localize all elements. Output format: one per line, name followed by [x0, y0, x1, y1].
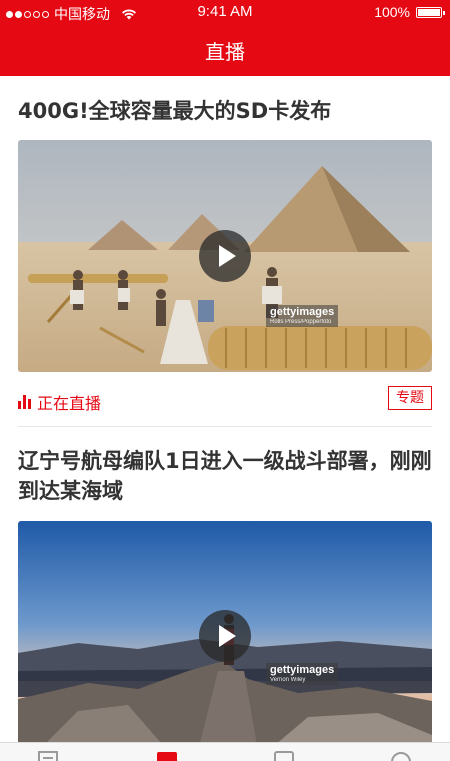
card-divider [18, 426, 432, 427]
video-thumbnail-1[interactable]: gettyimages Rolls Press/Popperfoto [18, 140, 432, 372]
battery-percent: 100% [374, 4, 410, 20]
card-title[interactable]: 辽宁号航母编队1日进入一级战斗部署，刚刚到达某海域 [18, 446, 432, 506]
card-title[interactable]: 400G!全球容量最大的SD卡发布 [18, 96, 432, 126]
card-meta-1: 正在直播 专题 [18, 386, 432, 414]
play-icon[interactable] [199, 230, 251, 282]
page-title: 直播 [205, 40, 245, 64]
status-bar: 中国移动 9:41 AM 100% [0, 0, 450, 24]
live-card-2[interactable]: 辽宁号航母编队1日进入一级战斗部署，刚刚到达某海域 [18, 446, 432, 506]
live-indicator: 正在直播 [18, 390, 101, 414]
watermark-credit: Rolls Press/Popperfoto [270, 319, 332, 325]
getty-watermark: gettyimages Rolls Press/Popperfoto [266, 305, 339, 327]
play-icon[interactable] [199, 610, 251, 662]
watermark-brand: gettyimages [270, 306, 335, 318]
live-feed[interactable]: 400G!全球容量最大的SD卡发布 gettyimages Rolls Pres… [0, 76, 450, 742]
battery-icon [416, 6, 445, 18]
watermark-credit: Vernon Wiley [270, 677, 306, 683]
live-card-1[interactable]: 400G!全球容量最大的SD卡发布 [18, 96, 432, 126]
watermark-brand: gettyimages [270, 664, 335, 676]
live-label: 正在直播 [37, 394, 102, 413]
topic-tag[interactable]: 专题 [388, 386, 432, 410]
bottom-tab-bar [0, 742, 450, 761]
getty-watermark: gettyimages Vernon Wiley [266, 663, 339, 685]
nav-bar: 直播 [0, 24, 450, 76]
battery-group: 100% [374, 4, 445, 20]
live-bars-icon [18, 395, 31, 409]
video-thumbnail-2[interactable]: gettyimages Vernon Wiley [18, 521, 432, 742]
